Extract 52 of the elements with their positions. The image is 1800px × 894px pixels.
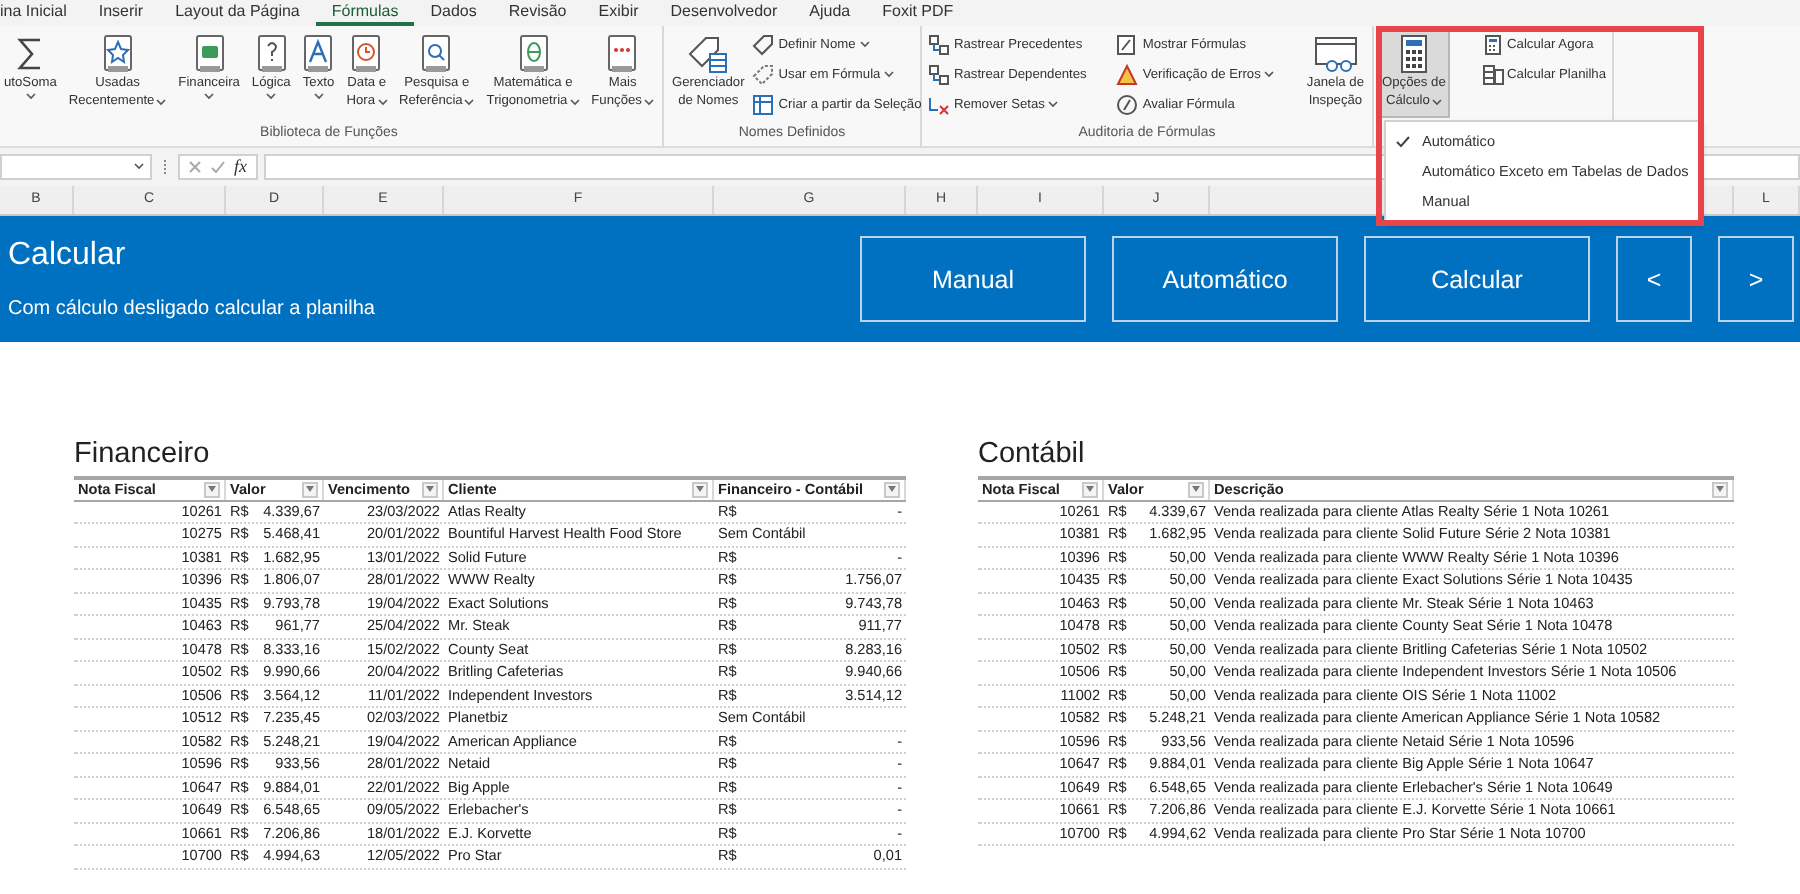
caret-icon xyxy=(134,162,144,170)
tag-icon xyxy=(752,63,775,85)
filter-dropdown-button[interactable] xyxy=(1188,481,1204,498)
ribbon-tab[interactable]: Desenvolvedor xyxy=(654,0,794,26)
ribbon-tab[interactable]: Foxit PDF xyxy=(866,0,970,26)
filter-dropdown-button[interactable] xyxy=(1082,481,1098,498)
macro-button[interactable]: Calcular xyxy=(1364,236,1590,322)
arrows-cross-icon xyxy=(928,93,950,115)
filter-dropdown-button[interactable] xyxy=(302,481,318,498)
filter-dropdown-button[interactable] xyxy=(884,481,900,498)
table-icon xyxy=(752,93,775,115)
table-title: Financeiro xyxy=(74,436,212,474)
filter-dropdown-button[interactable] xyxy=(1712,481,1728,498)
magnifier-book-icon xyxy=(420,34,453,74)
check-icon[interactable] xyxy=(210,159,226,173)
macro-button[interactable]: < xyxy=(1616,236,1692,322)
macro-button[interactable]: Automático xyxy=(1112,236,1338,322)
ribbon-tab[interactable]: ina Inicial xyxy=(0,0,83,26)
banner-title: Calcular xyxy=(8,238,128,274)
book-icon xyxy=(255,34,288,74)
macro-button[interactable]: Manual xyxy=(860,236,1086,322)
star-book-icon xyxy=(101,34,134,74)
ribbon-tab[interactable]: Layout da Página xyxy=(159,0,316,26)
insert-function-button[interactable]: fx xyxy=(234,156,247,176)
filter-dropdown-button[interactable] xyxy=(204,481,220,498)
book-icon xyxy=(302,34,335,74)
warning-icon xyxy=(1116,63,1139,85)
ribbon-tab[interactable]: Ajuda xyxy=(793,0,867,26)
clock-book-icon xyxy=(350,34,383,74)
calculator-icon xyxy=(1399,34,1428,74)
filter-dropdown-button[interactable] xyxy=(692,481,708,498)
formula-page-icon xyxy=(1116,33,1139,55)
ribbon-tab[interactable]: Revisão xyxy=(492,0,583,26)
ribbon-tab[interactable]: Dados xyxy=(414,0,493,26)
circle-formula-icon xyxy=(1116,93,1139,115)
cancel-icon[interactable] xyxy=(188,159,202,173)
trace-arrow-icon xyxy=(928,33,950,55)
tag-icon xyxy=(752,33,775,55)
book-icon xyxy=(193,34,226,74)
book-icon xyxy=(517,34,549,74)
banner-subtitle: Com cálculo desligado calcular a planilha xyxy=(8,298,377,320)
sheet-calculator-icon xyxy=(1481,63,1504,85)
ribbon-tab[interactable]: Inserir xyxy=(82,0,160,26)
book-icon xyxy=(606,34,639,74)
calculator-icon xyxy=(1481,33,1504,55)
trace-arrow-icon xyxy=(928,63,950,85)
macro-button[interactable]: > xyxy=(1718,236,1794,322)
tag-icon xyxy=(686,34,731,74)
filter-dropdown-button[interactable] xyxy=(422,481,438,498)
window-glasses-icon xyxy=(1311,34,1360,74)
ribbon-tab[interactable]: Exibir xyxy=(582,0,655,26)
table-title: Contábil xyxy=(978,436,1087,474)
